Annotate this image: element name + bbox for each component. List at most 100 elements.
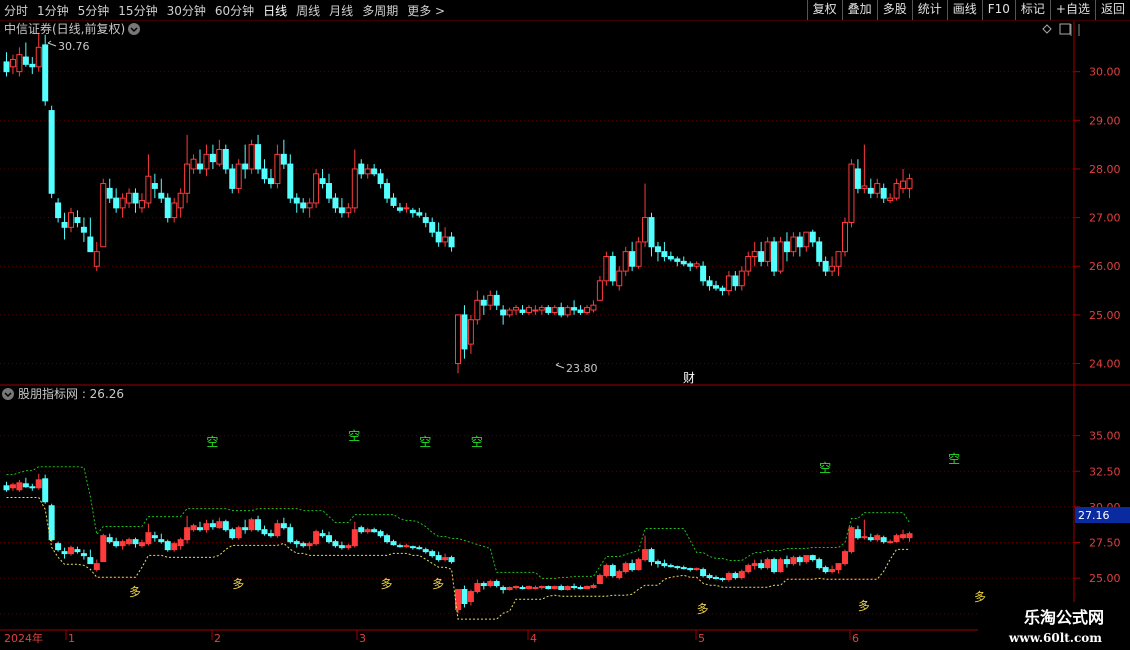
- candle-body: [100, 183, 107, 248]
- indicator-body: [345, 545, 352, 549]
- candle-body: [693, 263, 700, 267]
- main-panel-title: 中信证券(日线,前复权): [4, 21, 125, 36]
- main-candles: [3, 32, 913, 374]
- indicator-body: [442, 557, 449, 561]
- indicator-body: [48, 505, 55, 541]
- indicator-body: [674, 566, 681, 569]
- indicator-body: [313, 531, 320, 545]
- indicator-body: [900, 534, 907, 539]
- indicator-body: [906, 533, 913, 539]
- high-arrow: [47, 40, 57, 47]
- indicator-body: [197, 527, 203, 531]
- indicator-body: [338, 545, 345, 549]
- indicator-body: [519, 587, 526, 590]
- short-signal-label: 空: [819, 461, 831, 475]
- indicator-body: [732, 573, 739, 579]
- indicator-body: [422, 549, 429, 553]
- candle-body: [654, 246, 661, 253]
- indicator-body: [35, 479, 42, 489]
- chart-canvas[interactable]: 30.00 29.00 28.00 27.00 26.00 25.00 24.00 35.00…: [0, 0, 1130, 650]
- candle-body: [829, 265, 836, 272]
- indicator-body: [629, 563, 636, 571]
- indicator-body: [829, 569, 836, 573]
- candle-body: [842, 221, 848, 253]
- candle-body: [203, 153, 210, 170]
- candle-body: [242, 163, 249, 170]
- candle-body: [796, 236, 803, 248]
- indicator-body: [796, 557, 803, 563]
- indicator-menu-icon[interactable]: [2, 388, 14, 400]
- indicator-body: [467, 591, 474, 602]
- indicator-body: [203, 523, 210, 531]
- indicator-body: [93, 563, 100, 571]
- indicator-body: [835, 563, 842, 571]
- candle-body: [74, 217, 81, 223]
- indicator-body: [893, 535, 900, 543]
- indicator-body: [416, 547, 423, 550]
- price-axis: 30.00 29.00 28.00 27.00 26.00 25.00 24.00 35.00…: [1074, 66, 1121, 621]
- candle-body: [22, 56, 29, 65]
- candle-body: [132, 192, 139, 204]
- candle-body: [713, 285, 719, 289]
- candle-body: [119, 197, 126, 209]
- indicator-body: [487, 581, 494, 587]
- short-signal-label: 空: [948, 452, 960, 466]
- candle-body: [616, 270, 623, 287]
- candle-body: [409, 209, 416, 214]
- candle-body: [184, 163, 191, 194]
- indicator-body: [100, 535, 107, 563]
- candle-body: [358, 163, 365, 175]
- indicator-body: [861, 536, 868, 539]
- indicator-body: [874, 535, 881, 541]
- candle-body: [151, 183, 158, 189]
- candle-body: [429, 221, 436, 233]
- candle-body: [158, 192, 165, 199]
- candle-body: [274, 153, 281, 185]
- indicator-body: [809, 555, 816, 561]
- candle-body: [390, 197, 397, 206]
- indicator-body: [461, 589, 468, 604]
- diamond-icon[interactable]: [1042, 24, 1052, 34]
- candle-body: [229, 168, 236, 189]
- indicator-body: [293, 541, 300, 545]
- candle-body: [442, 236, 449, 243]
- candle-body: [764, 241, 771, 262]
- candle-body: [313, 173, 320, 204]
- indicator-title: 股朋指标网 : 26.26: [18, 386, 124, 401]
- indicator-body: [584, 586, 590, 590]
- candle-body: [783, 241, 790, 253]
- indicator-body: [29, 486, 36, 489]
- candle-body: [16, 54, 23, 73]
- indicator-body: [22, 483, 29, 488]
- candle-body: [293, 197, 300, 204]
- candle-body: [197, 163, 203, 170]
- indicator-body: [42, 478, 49, 503]
- indicator-body: [164, 541, 171, 551]
- candle-body: [48, 110, 55, 194]
- candle-body: [255, 144, 262, 170]
- candle-body: [564, 307, 571, 316]
- indicator-body: [126, 539, 133, 545]
- candle-body: [803, 231, 810, 248]
- indicator-tick-label: 25.00: [1089, 572, 1121, 585]
- maximize-icon[interactable]: [1059, 23, 1071, 35]
- indicator-body: [680, 567, 687, 570]
- candle-body: [635, 241, 642, 267]
- candle-body: [867, 187, 874, 194]
- candle-body: [371, 168, 378, 175]
- indicator-body: [887, 541, 894, 544]
- indicator-body: [558, 586, 565, 591]
- candle-body: [474, 299, 481, 321]
- panel-menu-icon[interactable]: [128, 23, 140, 35]
- event-marker[interactable]: 财: [683, 371, 695, 385]
- indicator-body: [700, 569, 707, 577]
- candle-body: [680, 260, 687, 265]
- price-tick-label: 30.00: [1089, 66, 1121, 79]
- indicator-body: [396, 545, 403, 548]
- candle-body: [222, 148, 229, 170]
- candle-body: [848, 163, 855, 223]
- indicator-body: [429, 551, 436, 557]
- candle-body: [596, 280, 603, 301]
- candle-body: [80, 226, 87, 233]
- indicator-tick-label: 35.00: [1089, 430, 1121, 443]
